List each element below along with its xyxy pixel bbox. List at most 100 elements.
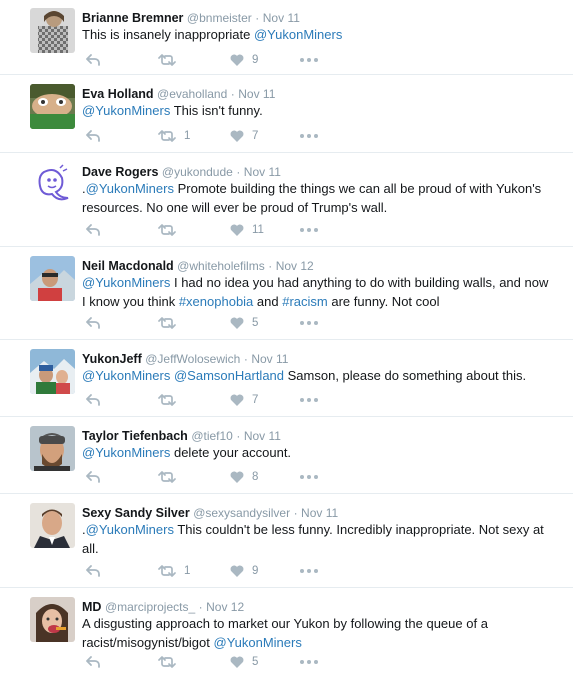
more-button[interactable] [300, 220, 318, 240]
more-icon [300, 134, 318, 138]
tweet-text-segment: Samson, please do something about this. [284, 368, 527, 383]
retweet-button[interactable]: 1 [158, 561, 190, 581]
tweet-actions: 5 [82, 313, 342, 333]
mention-link[interactable]: @YukonMiners [214, 635, 302, 650]
like-count: 5 [252, 656, 259, 668]
mention-link[interactable]: @YukonMiners [82, 368, 170, 383]
mention-link[interactable]: @YukonMiners [82, 445, 170, 460]
author-name[interactable]: Brianne Bremner [82, 11, 183, 25]
retweet-button[interactable] [158, 313, 184, 333]
tweet-text: .@YukonMiners This couldn't be less funn… [82, 520, 552, 558]
like-button[interactable]: 7 [230, 390, 258, 410]
avatar[interactable] [30, 349, 75, 394]
tweet-text-segment: and [253, 294, 283, 309]
reply-icon [86, 565, 100, 577]
tweet-actions: 8 [82, 467, 342, 487]
tweet[interactable]: Dave Rogers @yukondude · Nov 11 .@YukonM… [0, 154, 573, 247]
mention-link[interactable]: @YukonMiners [254, 27, 342, 42]
like-button[interactable]: 5 [230, 652, 258, 672]
timestamp[interactable]: Nov 11 [244, 165, 281, 179]
reply-button[interactable] [86, 50, 101, 70]
tweet[interactable]: Brianne Bremner @bnmeister · Nov 11 This… [0, 0, 573, 75]
retweet-button[interactable] [158, 50, 184, 70]
like-button[interactable]: 7 [230, 126, 258, 146]
like-button[interactable]: 5 [230, 313, 258, 333]
retweet-icon [158, 224, 176, 236]
author-handle[interactable]: @JeffWolosewich [145, 352, 240, 366]
reply-button[interactable] [86, 313, 101, 333]
more-button[interactable] [300, 390, 318, 410]
timestamp[interactable]: Nov 11 [238, 87, 275, 101]
retweet-icon [158, 54, 176, 66]
timestamp[interactable]: Nov 11 [301, 506, 338, 520]
avatar[interactable] [30, 8, 75, 53]
author-handle[interactable]: @bnmeister [187, 11, 252, 25]
avatar[interactable] [30, 503, 75, 548]
author-name[interactable]: YukonJeff [82, 352, 142, 366]
retweet-button[interactable] [158, 220, 184, 240]
more-button[interactable] [300, 561, 318, 581]
tweet-actions: 11 [82, 220, 342, 240]
tweet[interactable]: MD @marciprojects_ · Nov 12 A disgusting… [0, 589, 573, 676]
hashtag-link[interactable]: #xenophobia [179, 294, 253, 309]
reply-button[interactable] [86, 652, 101, 672]
timestamp[interactable]: Nov 12 [206, 600, 244, 614]
mention-link[interactable]: @SamsonHartland [174, 368, 284, 383]
retweet-button[interactable] [158, 467, 184, 487]
hashtag-link[interactable]: #racism [282, 294, 328, 309]
like-button[interactable]: 11 [230, 220, 264, 240]
mention-link[interactable]: @YukonMiners [86, 181, 174, 196]
retweet-button[interactable] [158, 652, 184, 672]
avatar[interactable] [30, 162, 75, 207]
timestamp[interactable]: Nov 11 [251, 352, 288, 366]
reply-button[interactable] [86, 467, 101, 487]
retweet-icon [158, 394, 176, 406]
author-handle[interactable]: @marciprojects_ [105, 600, 195, 614]
reply-button[interactable] [86, 390, 101, 410]
avatar[interactable] [30, 84, 75, 129]
author-handle[interactable]: @whiteholefilms [177, 259, 265, 273]
author-handle[interactable]: @yukondude [162, 165, 233, 179]
author-name[interactable]: Sexy Sandy Silver [82, 506, 190, 520]
reply-button[interactable] [86, 126, 101, 146]
reply-icon [86, 317, 100, 329]
tweet[interactable]: Neil Macdonald @whiteholefilms · Nov 12 … [0, 248, 573, 340]
tweet-actions: 1 9 [82, 561, 342, 581]
retweet-button[interactable]: 1 [158, 126, 190, 146]
reply-icon [86, 656, 100, 668]
tweet[interactable]: Eva Holland @evaholland · Nov 11 @YukonM… [0, 76, 573, 153]
author-name[interactable]: Eva Holland [82, 87, 154, 101]
retweet-button[interactable] [158, 390, 184, 410]
timestamp[interactable]: Nov 11 [263, 11, 300, 25]
more-button[interactable] [300, 126, 318, 146]
like-button[interactable]: 9 [230, 561, 258, 581]
tweet[interactable]: Taylor Tiefenbach @tief10 · Nov 11 @Yuko… [0, 418, 573, 494]
more-button[interactable] [300, 467, 318, 487]
author-handle[interactable]: @evaholland [157, 87, 227, 101]
like-button[interactable]: 9 [230, 50, 258, 70]
timestamp[interactable]: Nov 12 [276, 259, 314, 273]
mention-link[interactable]: @YukonMiners [86, 522, 174, 537]
mention-link[interactable]: @YukonMiners [82, 103, 170, 118]
heart-icon [230, 394, 244, 406]
avatar[interactable] [30, 256, 75, 301]
author-handle[interactable]: @tief10 [191, 429, 233, 443]
tweet[interactable]: Sexy Sandy Silver @sexysandysilver · Nov… [0, 495, 573, 588]
more-button[interactable] [300, 313, 318, 333]
author-name[interactable]: Dave Rogers [82, 165, 158, 179]
avatar[interactable] [30, 597, 75, 642]
separator: · [293, 506, 298, 520]
mention-link[interactable]: @YukonMiners [82, 275, 170, 290]
author-name[interactable]: MD [82, 600, 101, 614]
author-name[interactable]: Neil Macdonald [82, 259, 174, 273]
author-name[interactable]: Taylor Tiefenbach [82, 429, 188, 443]
author-handle[interactable]: @sexysandysilver [193, 506, 290, 520]
more-button[interactable] [300, 652, 318, 672]
avatar[interactable] [30, 426, 75, 471]
tweet[interactable]: YukonJeff @JeffWolosewich · Nov 11 @Yuko… [0, 341, 573, 417]
timestamp[interactable]: Nov 11 [244, 429, 281, 443]
reply-button[interactable] [86, 561, 101, 581]
reply-button[interactable] [86, 220, 101, 240]
more-button[interactable] [300, 50, 318, 70]
like-button[interactable]: 8 [230, 467, 258, 487]
